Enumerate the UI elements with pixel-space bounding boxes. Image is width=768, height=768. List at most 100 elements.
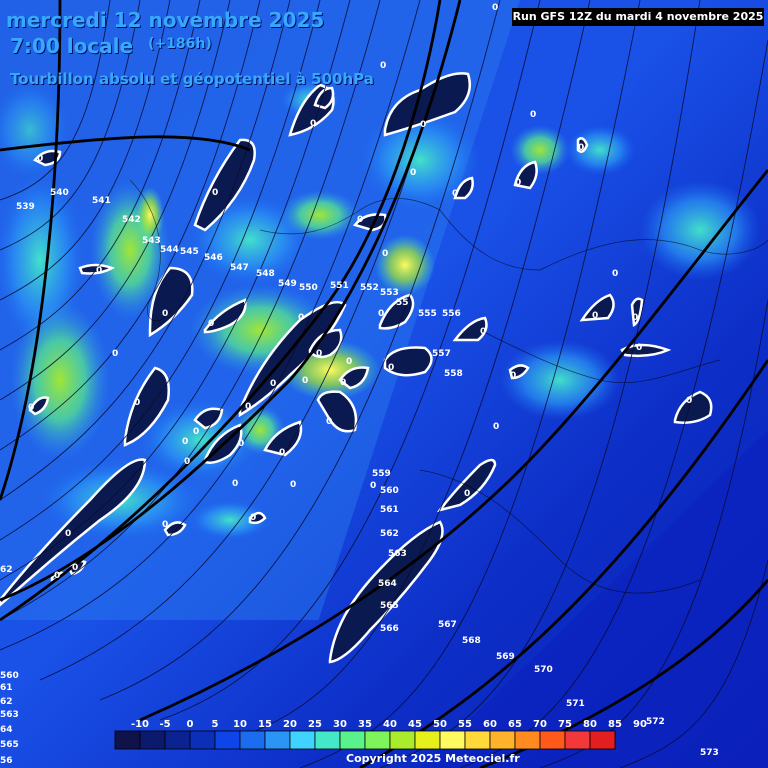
scale-label: 85 bbox=[608, 719, 622, 730]
left-edge-label: 563 bbox=[0, 710, 19, 720]
zero-label: 0 bbox=[388, 363, 394, 373]
zero-label: 0 bbox=[493, 422, 499, 432]
zero-label: 0 bbox=[357, 215, 363, 225]
zero-label: 0 bbox=[28, 403, 34, 413]
scale-label: 40 bbox=[383, 719, 397, 730]
scale-swatch bbox=[514, 730, 541, 750]
scale-label: 10 bbox=[233, 719, 247, 730]
scale-swatch bbox=[414, 730, 441, 750]
zero-label: 0 bbox=[420, 120, 426, 130]
contour-label: 569 bbox=[496, 652, 515, 662]
contour-label: 565 bbox=[380, 601, 399, 611]
scale-label: 75 bbox=[558, 719, 572, 730]
zero-label: 0 bbox=[238, 439, 244, 449]
scale-label: 25 bbox=[308, 719, 322, 730]
contour-label: 542 bbox=[122, 215, 141, 225]
left-edge-label: 565 bbox=[0, 740, 19, 750]
zero-label: 0 bbox=[346, 357, 352, 367]
zero-label: 0 bbox=[686, 396, 692, 406]
contour-label: 559 bbox=[372, 469, 391, 479]
contour-label: 567 bbox=[438, 620, 457, 630]
zero-label: 0 bbox=[636, 343, 642, 353]
zero-label: 0 bbox=[632, 313, 638, 323]
scale-label: 60 bbox=[483, 719, 497, 730]
zero-label: 0 bbox=[340, 378, 346, 388]
zero-label: 0 bbox=[184, 457, 190, 467]
zero-label: 0 bbox=[290, 480, 296, 490]
zero-label: 0 bbox=[316, 349, 322, 359]
scale-label: 55 bbox=[458, 719, 472, 730]
scale-swatch bbox=[464, 730, 491, 750]
zero-label: 0 bbox=[72, 563, 78, 573]
zero-label: 0 bbox=[452, 189, 458, 199]
forecast-time: 7:00 locale bbox=[10, 34, 134, 58]
left-edge-label: 64 bbox=[0, 725, 13, 735]
scale-swatch bbox=[139, 730, 166, 750]
zero-label: 0 bbox=[410, 168, 416, 178]
scale-swatch bbox=[264, 730, 291, 750]
zero-label: 0 bbox=[96, 266, 102, 276]
zero-label: 0 bbox=[302, 376, 308, 386]
copyright: Copyright 2025 Meteociel.fr bbox=[346, 752, 520, 765]
contour-label: 568 bbox=[462, 636, 481, 646]
contour-label: 557 bbox=[432, 349, 451, 359]
zero-label: 0 bbox=[370, 481, 376, 491]
contour-label: 555 bbox=[418, 309, 437, 319]
contour-label: 556 bbox=[442, 309, 461, 319]
scale-swatch bbox=[314, 730, 341, 750]
scale-label: 5 bbox=[212, 719, 219, 730]
contour-label: 558 bbox=[444, 369, 463, 379]
scale-label: -10 bbox=[131, 719, 149, 730]
zero-label: 0 bbox=[612, 269, 618, 279]
zero-label: 0 bbox=[326, 417, 332, 427]
contour-label: 549 bbox=[278, 279, 297, 289]
scale-label: 90 bbox=[633, 719, 647, 730]
zero-label: 0 bbox=[134, 398, 140, 408]
zero-label: 0 bbox=[250, 513, 256, 523]
scale-label: -5 bbox=[159, 719, 170, 730]
contour-label: 571 bbox=[566, 699, 585, 709]
contour-label: 539 bbox=[16, 202, 35, 212]
scale-label: 80 bbox=[583, 719, 597, 730]
contour-label: 545 bbox=[180, 247, 199, 257]
left-edge-label: 560 bbox=[0, 671, 19, 681]
zero-label: 0 bbox=[162, 520, 168, 530]
zero-label: 0 bbox=[578, 143, 584, 153]
left-edge-label: 62 bbox=[0, 565, 13, 575]
contour-label: 561 bbox=[380, 505, 399, 515]
contour-label: 563 bbox=[388, 549, 407, 559]
forecast-lead: (+186h) bbox=[148, 36, 212, 52]
zero-label: 0 bbox=[378, 309, 384, 319]
zero-label: 0 bbox=[212, 188, 218, 198]
left-edge-label: 62 bbox=[0, 697, 13, 707]
contour-label: 562 bbox=[380, 529, 399, 539]
scale-swatch bbox=[164, 730, 191, 750]
scale-swatch bbox=[389, 730, 416, 750]
contour-label: 560 bbox=[380, 486, 399, 496]
zero-label: 0 bbox=[530, 110, 536, 120]
zero-label: 0 bbox=[112, 349, 118, 359]
scale-swatch bbox=[239, 730, 266, 750]
zero-label: 0 bbox=[515, 178, 521, 188]
contour-label: 573 bbox=[700, 748, 719, 758]
scale-label: 45 bbox=[408, 719, 422, 730]
contour-label: 546 bbox=[204, 253, 223, 263]
contour-label: 551 bbox=[330, 281, 349, 291]
contour-label: 550 bbox=[299, 283, 318, 293]
scale-label: 15 bbox=[258, 719, 272, 730]
scale-swatch bbox=[364, 730, 391, 750]
contour-label: 566 bbox=[380, 624, 399, 634]
scale-swatch bbox=[539, 730, 566, 750]
zero-label: 0 bbox=[592, 311, 598, 321]
left-edge-label: 61 bbox=[0, 683, 13, 693]
zero-label: 0 bbox=[310, 119, 316, 129]
scale-label: 20 bbox=[283, 719, 297, 730]
zero-label: 0 bbox=[464, 489, 470, 499]
zero-label: 0 bbox=[54, 571, 60, 581]
zero-label: 0 bbox=[37, 154, 43, 164]
contour-label: 540 bbox=[50, 188, 69, 198]
scale-label: 65 bbox=[508, 719, 522, 730]
zero-label: 0 bbox=[510, 371, 516, 381]
contour-label: 547 bbox=[230, 263, 249, 273]
scale-label: 0 bbox=[187, 719, 194, 730]
